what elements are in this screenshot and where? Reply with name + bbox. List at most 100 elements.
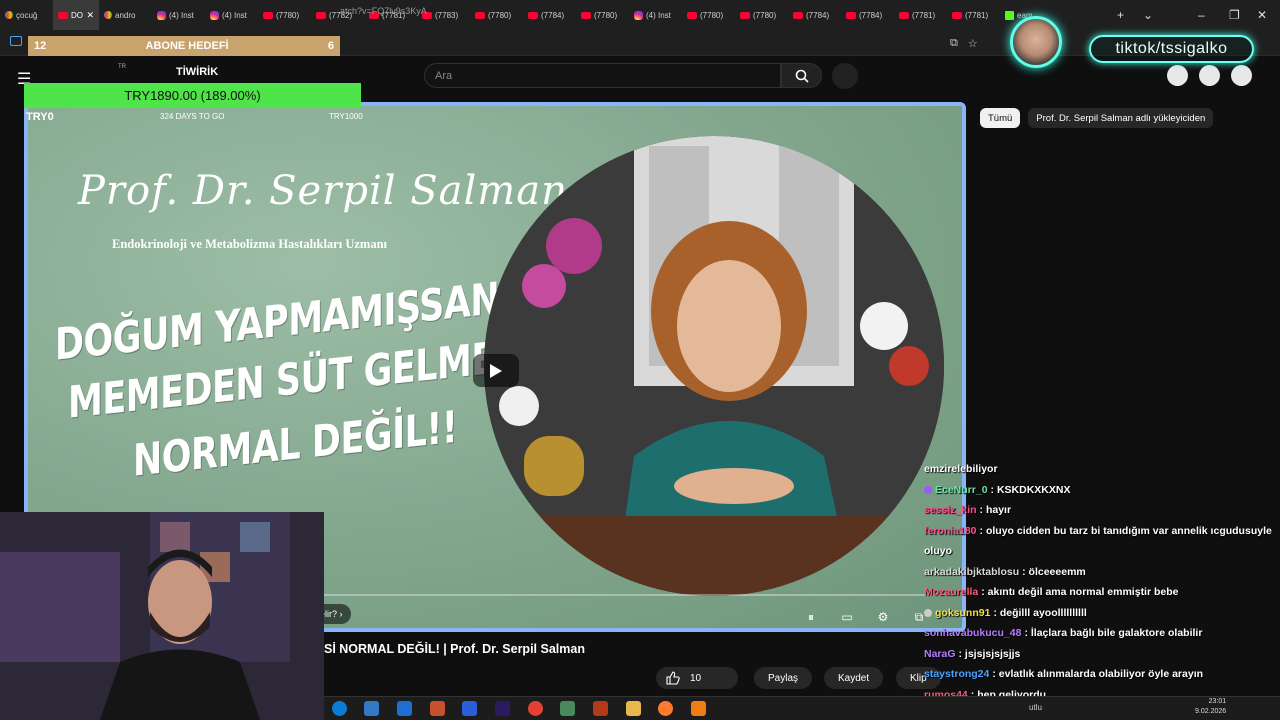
browser-tab-label: çocuğ (16, 10, 38, 20)
save-button[interactable]: Kaydet (824, 667, 884, 689)
chat-text: : İlaçlara bağlı bile galaktore olabilir (1024, 627, 1203, 639)
chat-username: NaraG (924, 647, 956, 660)
browser-tab[interactable]: (7784) (523, 0, 576, 30)
chat-text: : evlatlık alınmalarda olabiliyor öyle a… (992, 668, 1204, 680)
search-input[interactable]: Ara (424, 63, 781, 88)
voice-search-button[interactable] (832, 63, 858, 89)
google-icon (104, 11, 112, 19)
autoplay-toggle[interactable]: ⏸ (800, 606, 822, 628)
share-button[interactable]: Paylaş (754, 667, 813, 689)
file-explorer-icon[interactable] (626, 701, 641, 716)
recommendation-chips: Tümü Prof. Dr. Serpil Salman adlı yükley… (980, 108, 1214, 128)
browser-tab-label: (7780) (276, 10, 300, 20)
browser-tab-label: (7780) (488, 10, 512, 20)
sidebar-icon[interactable] (10, 36, 22, 46)
browser-tab[interactable]: (4) Inst (629, 0, 682, 30)
browser-tab-label: (7780) (753, 10, 777, 20)
youtube-icon (263, 11, 273, 19)
doctor-portrait (484, 136, 944, 596)
tiktok-avatar (1010, 16, 1062, 68)
chat-text: : akıntı değil ama normal emmiştir bebe (981, 586, 1179, 598)
chat-text: : hayır (979, 504, 1012, 516)
youtube-icon (58, 11, 68, 19)
vlc-icon[interactable] (691, 701, 706, 716)
browser-tab-label: (7783) (435, 10, 459, 20)
browser-tab[interactable]: (4) Inst (152, 0, 205, 30)
youtube-icon (740, 11, 750, 19)
youtube-icon (899, 11, 909, 19)
chip-all[interactable]: Tümü (980, 108, 1021, 128)
browser-tab[interactable]: (7781) (894, 0, 947, 30)
close-tab-icon[interactable]: ✕ (86, 10, 94, 21)
instagram-icon (634, 10, 643, 20)
search-button[interactable] (781, 63, 822, 88)
copilot-icon[interactable] (462, 701, 477, 716)
kick-icon (1005, 10, 1014, 20)
maximize-icon[interactable]: ❐ (1229, 8, 1240, 22)
edge-icon[interactable] (332, 701, 347, 716)
youtube-icon (316, 11, 326, 19)
tiktok-handle: tiktok/tssigalko (1089, 35, 1254, 63)
premiere-icon[interactable] (495, 701, 510, 716)
chat-username: arkadakibjktablosu (924, 565, 1020, 578)
account-avatar[interactable] (1231, 65, 1252, 86)
address-bar-icons: ⧉ ☆ (950, 37, 978, 50)
browser-tab[interactable]: andro (99, 0, 152, 30)
tab-search-icon[interactable]: ⌄ (1143, 8, 1153, 22)
like-button[interactable]: 10 (656, 667, 738, 689)
notifications-icon[interactable] (1199, 65, 1220, 86)
thumbs-up-icon (666, 671, 680, 685)
browser-tab[interactable]: çocuğ (0, 0, 53, 30)
chat-text: : jsjsjsjsjsjjs (958, 647, 1021, 660)
bookmark-star-icon[interactable]: ☆ (968, 37, 978, 50)
chat-message: emzirelebiliyor (918, 459, 1280, 480)
donation-goal-bar: TRY1890.00 (189.00%) (24, 83, 361, 108)
browser-tab[interactable]: (7780) (470, 0, 523, 30)
chat-text: : KSKDKXKXNX (990, 483, 1071, 496)
video-title: Sİ NORMAL DEĞİL! | Prof. Dr. Serpil Salm… (324, 642, 585, 656)
browser-tab[interactable]: (7780) (735, 0, 788, 30)
browser-tab[interactable]: (7780) (682, 0, 735, 30)
steam-icon[interactable] (560, 701, 575, 716)
browser-tab[interactable]: (7780) (576, 0, 629, 30)
browser-tab[interactable]: (7784) (841, 0, 894, 30)
system-clock[interactable]: 23:01 9.02.2026 (1195, 697, 1226, 717)
google-icon (5, 11, 13, 19)
subscriber-goal-banner: 12 ABONE HEDEFİ 6 (28, 36, 340, 56)
donation-goal-max: TRY1000 (329, 112, 363, 121)
browser-tab[interactable]: (7784) (788, 0, 841, 30)
subtitles-icon[interactable]: ▭ (836, 606, 858, 628)
player-controls: ⏸ ▭ ⚙ ⧉ (800, 606, 930, 628)
close-window-icon[interactable]: ✕ (1257, 8, 1267, 22)
obs-icon[interactable] (593, 701, 608, 716)
app-icon[interactable] (397, 701, 412, 716)
browser-tab[interactable]: (7780) (258, 0, 311, 30)
settings-gear-icon[interactable]: ⚙ (872, 606, 894, 628)
install-app-icon[interactable]: ⧉ (950, 37, 958, 50)
new-tab-icon[interactable]: + (1117, 8, 1124, 22)
chip-uploader[interactable]: Prof. Dr. Serpil Salman adlı yükleyicide… (1028, 108, 1214, 128)
chat-badge-icon (924, 485, 932, 494)
game-icon[interactable] (430, 701, 445, 716)
minimize-icon[interactable]: – (1198, 8, 1205, 22)
instagram-icon (210, 10, 219, 20)
browser-tab[interactable]: (7781) (947, 0, 1000, 30)
youtube-icon (793, 11, 803, 19)
firefox-icon[interactable] (658, 701, 673, 716)
chat-badge-icon (924, 608, 932, 617)
browser-tab[interactable]: DO ✕ (53, 0, 99, 30)
chat-username: sessiz_kin (924, 504, 977, 516)
youtube-icon (528, 11, 538, 19)
chrome-icon[interactable] (528, 701, 543, 716)
browser-tab-label: (7781) (912, 10, 936, 20)
chat-username: feronia180 (924, 524, 977, 537)
chat-username: Mozaurella (924, 586, 979, 598)
brand-label: TİWİRİK (176, 66, 219, 78)
create-icon[interactable] (1167, 65, 1188, 86)
play-button[interactable] (473, 354, 519, 387)
url-text[interactable]: atch?v=FQ7lv9s3KyA (340, 6, 427, 16)
youtube-icon (475, 11, 485, 19)
store-icon[interactable] (364, 701, 379, 716)
browser-tab-label: (7784) (806, 10, 830, 20)
browser-tab[interactable]: (4) Inst (205, 0, 258, 30)
